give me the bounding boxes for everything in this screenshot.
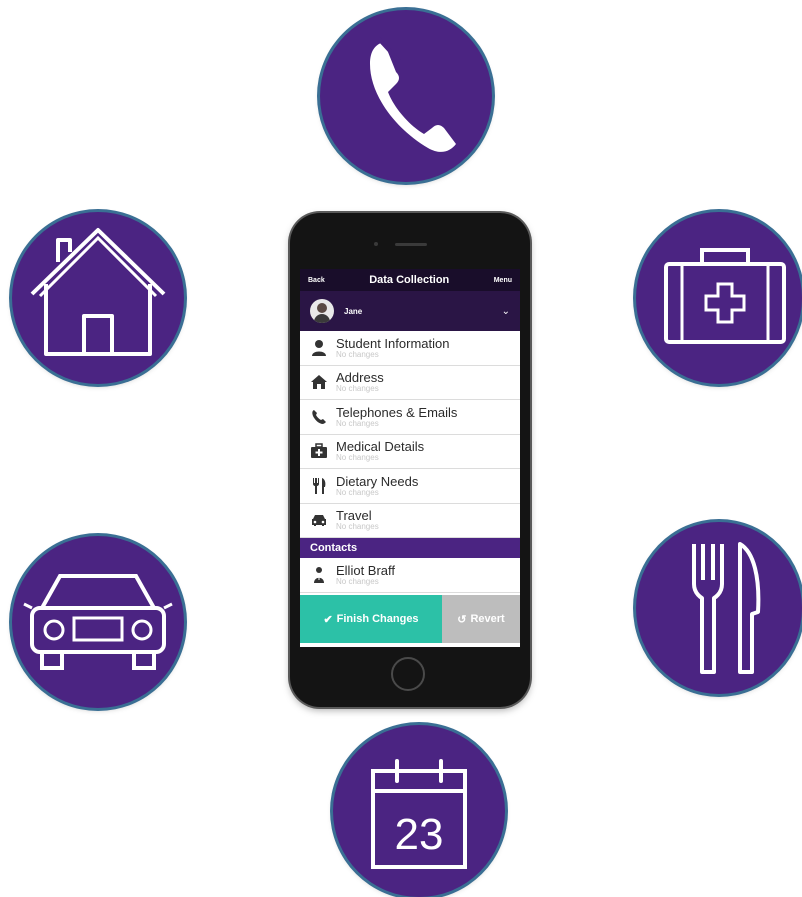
item-label: Elliot Braff — [336, 562, 396, 578]
item-status: No changes — [336, 418, 379, 428]
food-circle — [636, 522, 802, 694]
avatar — [310, 299, 334, 323]
revert-label: Revert — [470, 613, 505, 625]
revert-button[interactable]: ↺ Revert — [442, 595, 520, 643]
calendar-day: 23 — [395, 810, 444, 859]
car-icon — [308, 509, 330, 531]
utensils-icon — [308, 475, 330, 497]
house-icon — [30, 228, 166, 356]
item-label: Travel — [336, 508, 372, 524]
item-status: No changes — [336, 487, 379, 497]
list-item-medical-details[interactable]: Medical Details No changes — [300, 435, 520, 469]
contact-icon — [308, 564, 330, 586]
earpiece-speaker — [395, 243, 427, 246]
contacts-header: Contacts — [300, 538, 520, 558]
undo-icon: ↺ — [457, 613, 467, 626]
user-name: Jane — [344, 306, 363, 316]
user-selector[interactable]: Jane ⌄ — [300, 291, 520, 331]
front-camera — [374, 242, 378, 246]
finish-label: Finish Changes — [336, 613, 419, 625]
item-label: Telephones & Emails — [336, 404, 458, 420]
app-screen: Back Data Collection Menu Jane ⌄ Student… — [300, 269, 520, 647]
calendar-icon: 23 — [371, 759, 467, 869]
item-status: No changes — [336, 453, 379, 463]
list-item-dietary-needs[interactable]: Dietary Needs No changes — [300, 469, 520, 504]
item-status: No changes — [336, 576, 379, 586]
contact-item[interactable]: Elliot Braff No changes — [300, 558, 520, 593]
item-status: No changes — [336, 384, 379, 394]
check-icon: ✔ — [323, 613, 333, 626]
person-icon — [308, 337, 330, 359]
menu-button[interactable]: Menu — [494, 277, 512, 284]
item-status: No changes — [336, 522, 379, 532]
car-circle — [12, 536, 184, 708]
item-label: Student Information — [336, 335, 450, 351]
item-label: Address — [336, 370, 384, 386]
item-label: Dietary Needs — [336, 473, 419, 489]
car-icon — [23, 574, 173, 670]
home-circle — [12, 212, 184, 384]
page-title: Data Collection — [369, 274, 450, 286]
phone-circle — [320, 10, 492, 182]
section-list: Student Information No changes Address N… — [300, 331, 520, 538]
back-button[interactable]: Back — [308, 277, 325, 284]
medical-kit-icon — [664, 248, 786, 344]
phone-icon — [370, 36, 456, 152]
home-button[interactable] — [391, 657, 425, 691]
medical-icon — [308, 440, 330, 462]
action-bar: ✔ Finish Changes ↺ Revert — [300, 595, 520, 643]
fork-knife-icon — [692, 542, 761, 674]
medical-circle — [636, 212, 802, 384]
chevron-down-icon: ⌄ — [501, 305, 510, 317]
list-item-telephones-emails[interactable]: Telephones & Emails No changes — [300, 400, 520, 435]
list-item-travel[interactable]: Travel No changes — [300, 504, 520, 538]
item-status: No changes — [336, 349, 379, 359]
finish-changes-button[interactable]: ✔ Finish Changes — [300, 595, 442, 643]
list-item-address[interactable]: Address No changes — [300, 366, 520, 400]
item-label: Medical Details — [336, 439, 425, 455]
phone-icon — [308, 406, 330, 428]
smartphone-device: Back Data Collection Menu Jane ⌄ Student… — [290, 213, 530, 707]
contacts-list: Elliot Braff No changes — [300, 558, 520, 593]
home-icon — [308, 371, 330, 393]
calendar-circle: 23 — [333, 725, 505, 897]
list-item-student-information[interactable]: Student Information No changes — [300, 331, 520, 366]
nav-bar: Back Data Collection Menu — [300, 269, 520, 291]
